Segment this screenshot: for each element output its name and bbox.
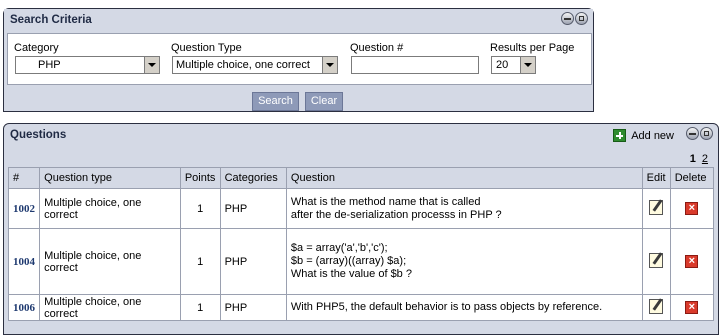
column-header-question[interactable]: Question	[285, 167, 643, 189]
questions-panel-controls	[686, 127, 713, 140]
delete-cell: ×	[669, 228, 715, 295]
delete-icon[interactable]: ×	[685, 202, 699, 215]
edit-icon[interactable]	[649, 199, 664, 215]
results-per-page-select[interactable]: 20	[491, 56, 536, 74]
question-type-label: Question Type	[171, 42, 242, 54]
page-current: 1	[689, 153, 696, 165]
questions-panel-title: Questions	[10, 129, 67, 141]
table-row: 1006 Multiple choice, one correct 1 PHP …	[7, 294, 715, 321]
category-select[interactable]: PHP	[15, 56, 160, 74]
question-id-link[interactable]: 1002	[7, 188, 41, 229]
search-criteria-panel: Search Criteria Category PHP Question Ty…	[3, 8, 594, 112]
edit-icon[interactable]	[649, 252, 664, 268]
add-icon[interactable]	[613, 129, 627, 142]
table-row: 1004 Multiple choice, one correct 1 PHP …	[7, 228, 715, 295]
maximize-icon[interactable]	[700, 127, 713, 140]
question-type-cell: Multiple choice, one correct	[39, 228, 181, 295]
question-type-select[interactable]: Multiple choice, one correct	[172, 56, 338, 74]
delete-cell: ×	[669, 188, 715, 229]
edit-cell	[641, 228, 671, 295]
edit-cell	[641, 294, 671, 321]
minimize-icon[interactable]	[686, 127, 699, 140]
question-type-cell: Multiple choice, one correct	[39, 188, 181, 229]
category-select-value: PHP	[38, 59, 61, 71]
category-cell: PHP	[219, 228, 287, 295]
results-per-page-value: 20	[496, 59, 509, 71]
questions-table: # Question type Points Categories Questi…	[7, 167, 715, 321]
category-cell: PHP	[219, 188, 287, 229]
question-line: after the de-serialization processs in P…	[290, 208, 502, 221]
search-panel-title: Search Criteria	[10, 14, 92, 26]
question-type-cell: Multiple choice, one correct	[39, 294, 181, 321]
clear-button[interactable]: Clear	[305, 92, 343, 111]
page-link-2[interactable]: 2	[702, 153, 708, 165]
column-header-number[interactable]: #	[7, 167, 41, 189]
chevron-down-icon[interactable]	[144, 57, 159, 73]
column-header-points[interactable]: Points	[179, 167, 221, 189]
category-cell: PHP	[219, 294, 287, 321]
column-header-categories[interactable]: Categories	[219, 167, 287, 189]
question-line: $a = array('a','b','c');	[290, 242, 388, 254]
question-text-cell: $a = array('a','b','c'); $b = (array)((a…	[285, 228, 643, 295]
question-number-label: Question #	[350, 42, 404, 54]
column-header-edit: Edit	[641, 167, 671, 189]
search-button[interactable]: Search	[252, 92, 299, 111]
chevron-down-icon[interactable]	[520, 57, 535, 73]
add-new-button[interactable]: Add new	[613, 129, 674, 142]
maximize-icon[interactable]	[575, 12, 588, 25]
category-label: Category	[14, 42, 59, 54]
question-line: With PHP5, the default behavior is to pa…	[290, 301, 603, 313]
question-line: $b = (array)((array) $a);	[290, 255, 407, 267]
table-row: 1002 Multiple choice, one correct 1 PHP …	[7, 188, 715, 229]
question-id-link[interactable]: 1004	[7, 228, 41, 295]
question-text-cell: What is the method name that is called a…	[285, 188, 643, 229]
results-per-page-label: Results per Page	[490, 42, 575, 54]
pagination: 1 2	[690, 153, 708, 165]
question-type-select-value: Multiple choice, one correct	[176, 59, 310, 71]
search-form: Category PHP Question Type Multiple choi…	[7, 33, 592, 85]
delete-icon[interactable]: ×	[685, 301, 699, 314]
edit-icon[interactable]	[649, 298, 664, 314]
minimize-icon[interactable]	[561, 12, 574, 25]
question-text-cell: With PHP5, the default behavior is to pa…	[285, 294, 643, 321]
question-line: What is the method name that is called	[290, 195, 481, 208]
questions-panel: Questions Add new 1 2 # Question type Po…	[3, 123, 719, 335]
search-panel-header: Search Criteria	[4, 9, 593, 31]
table-header-row: # Question type Points Categories Questi…	[7, 167, 715, 189]
points-cell: 1	[179, 294, 221, 321]
delete-icon[interactable]: ×	[685, 255, 699, 268]
question-id-link[interactable]: 1006	[7, 294, 41, 321]
delete-cell: ×	[669, 294, 715, 321]
column-header-question-type[interactable]: Question type	[39, 167, 181, 189]
question-number-input[interactable]	[351, 56, 479, 74]
chevron-down-icon[interactable]	[322, 57, 337, 73]
question-line: What is the value of $b ?	[290, 268, 412, 280]
points-cell: 1	[179, 188, 221, 229]
edit-cell	[641, 188, 671, 229]
search-panel-controls	[561, 12, 588, 25]
points-cell: 1	[179, 228, 221, 295]
add-new-label[interactable]: Add new	[631, 130, 674, 142]
column-header-delete: Delete	[669, 167, 715, 189]
